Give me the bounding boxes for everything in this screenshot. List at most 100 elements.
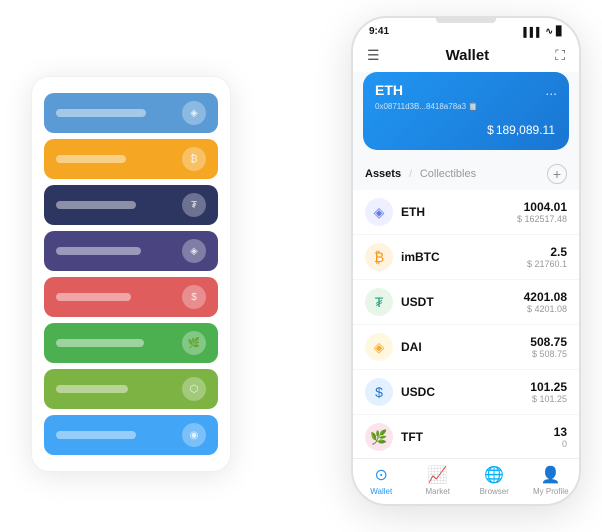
tab-divider: / [409, 169, 412, 180]
assets-tabs: Assets / Collectibles [365, 168, 476, 180]
menu-icon[interactable]: ☰ [367, 47, 380, 64]
asset-usd-dai: $ 508.75 [530, 349, 567, 359]
stack-card-icon-1: ₿ [182, 147, 206, 171]
asset-name-imbtc: imBTC [401, 250, 527, 264]
stack-card-4[interactable]: $ [44, 277, 218, 317]
nav-item-market[interactable]: 📈 Market [410, 465, 467, 496]
status-time: 9:41 [369, 26, 389, 37]
eth-card-menu[interactable]: ... [545, 82, 557, 98]
asset-values-usdt: 4201.08$ 4201.08 [524, 290, 567, 314]
stack-card-6[interactable]: ⬡ [44, 369, 218, 409]
nav-icon-market: 📈 [428, 465, 448, 485]
asset-name-tft: TFT [401, 430, 554, 444]
stack-card-3[interactable]: ◈ [44, 231, 218, 271]
asset-icon-dai: ◈ [365, 333, 393, 361]
stack-card-icon-6: ⬡ [182, 377, 206, 401]
stack-card-label-0 [56, 109, 146, 117]
scene: ◈₿₮◈$🌿⬡◉ 9:41 ▌▌▌ ∿ ▊ ☰ Wallet ⛶ ETH . [21, 16, 581, 516]
asset-values-eth: 1004.01$ 162517.48 [517, 200, 567, 224]
stack-card-1[interactable]: ₿ [44, 139, 218, 179]
asset-usd-tft: 0 [554, 439, 567, 449]
stack-card-0[interactable]: ◈ [44, 93, 218, 133]
asset-item-dai[interactable]: ◈ DAI508.75$ 508.75 [353, 325, 579, 370]
battery-icon: ▊ [556, 26, 563, 37]
asset-name-dai: DAI [401, 340, 530, 354]
nav-icon-wallet: ⊙ [375, 465, 388, 485]
phone: 9:41 ▌▌▌ ∿ ▊ ☰ Wallet ⛶ ETH ... 0x08711d… [351, 16, 581, 506]
nav-label-my-profile: My Profile [533, 487, 569, 496]
phone-header: ☰ Wallet ⛶ [353, 41, 579, 72]
asset-icon-imbtc: ₿ [365, 243, 393, 271]
asset-name-usdt: USDT [401, 295, 524, 309]
add-asset-button[interactable]: + [547, 164, 567, 184]
asset-values-tft: 130 [554, 425, 567, 449]
nav-label-wallet: Wallet [370, 487, 392, 496]
asset-usd-usdc: $ 101.25 [530, 394, 567, 404]
asset-values-usdc: 101.25$ 101.25 [530, 380, 567, 404]
asset-icon-eth: ◈ [365, 198, 393, 226]
eth-balance: $189,089.11 [375, 117, 557, 140]
tab-collectibles[interactable]: Collectibles [420, 168, 476, 180]
asset-name-eth: ETH [401, 205, 517, 219]
phone-content: ETH ... 0x08711d3B...8418a78a3 📋 $189,08… [353, 72, 579, 458]
stack-card-icon-4: $ [182, 285, 206, 309]
asset-name-usdc: USDC [401, 385, 530, 399]
stack-card-7[interactable]: ◉ [44, 415, 218, 455]
nav-label-market: Market [426, 487, 450, 496]
asset-usd-eth: $ 162517.48 [517, 214, 567, 224]
assets-header: Assets / Collectibles + [353, 158, 579, 190]
nav-label-browser: Browser [480, 487, 509, 496]
signal-icon: ▌▌▌ [523, 27, 542, 37]
asset-icon-tft: 🌿 [365, 423, 393, 451]
nav-item-wallet[interactable]: ⊙ Wallet [353, 465, 410, 496]
asset-item-tft[interactable]: 🌿 TFT130 [353, 415, 579, 458]
asset-icon-usdt: ₮ [365, 288, 393, 316]
asset-amount-imbtc: 2.5 [527, 245, 567, 259]
nav-item-my-profile[interactable]: 👤 My Profile [523, 465, 580, 496]
expand-icon[interactable]: ⛶ [555, 47, 565, 64]
asset-item-usdt[interactable]: ₮ USDT4201.08$ 4201.08 [353, 280, 579, 325]
asset-amount-dai: 508.75 [530, 335, 567, 349]
nav-icon-browser: 🌐 [484, 465, 504, 485]
wifi-icon: ∿ [546, 26, 554, 37]
asset-values-imbtc: 2.5$ 21760.1 [527, 245, 567, 269]
asset-item-eth[interactable]: ◈ ETH1004.01$ 162517.48 [353, 190, 579, 235]
balance-symbol: $ [487, 123, 494, 137]
asset-amount-usdt: 4201.08 [524, 290, 567, 304]
stack-card-label-6 [56, 385, 128, 393]
stack-card-2[interactable]: ₮ [44, 185, 218, 225]
stack-card-label-2 [56, 201, 136, 209]
stack-card-label-7 [56, 431, 136, 439]
stack-card-icon-0: ◈ [182, 101, 206, 125]
eth-address: 0x08711d3B...8418a78a3 📋 [375, 102, 557, 111]
asset-amount-tft: 13 [554, 425, 567, 439]
status-icons: ▌▌▌ ∿ ▊ [523, 26, 563, 37]
asset-amount-usdc: 101.25 [530, 380, 567, 394]
nav-icon-my-profile: 👤 [541, 465, 561, 485]
asset-list: ◈ ETH1004.01$ 162517.48 ₿ imBTC2.5$ 21760.1… [353, 190, 579, 458]
eth-card-title: ETH [375, 82, 403, 98]
stack-card-5[interactable]: 🌿 [44, 323, 218, 363]
tab-assets[interactable]: Assets [365, 168, 401, 180]
stack-card-label-3 [56, 247, 141, 255]
stack-card-icon-2: ₮ [182, 193, 206, 217]
asset-usd-usdt: $ 4201.08 [524, 304, 567, 314]
phone-notch [436, 18, 496, 23]
asset-item-imbtc[interactable]: ₿ imBTC2.5$ 21760.1 [353, 235, 579, 280]
stack-card-label-1 [56, 155, 126, 163]
nav-item-browser[interactable]: 🌐 Browser [466, 465, 523, 496]
stack-card-icon-5: 🌿 [182, 331, 206, 355]
balance-amount: 189,089.11 [496, 123, 555, 137]
stack-card-icon-3: ◈ [182, 239, 206, 263]
asset-values-dai: 508.75$ 508.75 [530, 335, 567, 359]
eth-card[interactable]: ETH ... 0x08711d3B...8418a78a3 📋 $189,08… [363, 72, 569, 150]
asset-amount-eth: 1004.01 [517, 200, 567, 214]
stack-card-icon-7: ◉ [182, 423, 206, 447]
asset-icon-usdc: $ [365, 378, 393, 406]
bottom-nav: ⊙ Wallet 📈 Market 🌐 Browser 👤 My Profile [353, 458, 579, 504]
stack-card-label-4 [56, 293, 131, 301]
asset-item-usdc[interactable]: $ USDC101.25$ 101.25 [353, 370, 579, 415]
stack-card-label-5 [56, 339, 144, 347]
card-stack: ◈ ₿ ₮ ◈ $ 🌿 ⬡ ◉ [31, 76, 231, 472]
page-title: Wallet [446, 47, 490, 64]
